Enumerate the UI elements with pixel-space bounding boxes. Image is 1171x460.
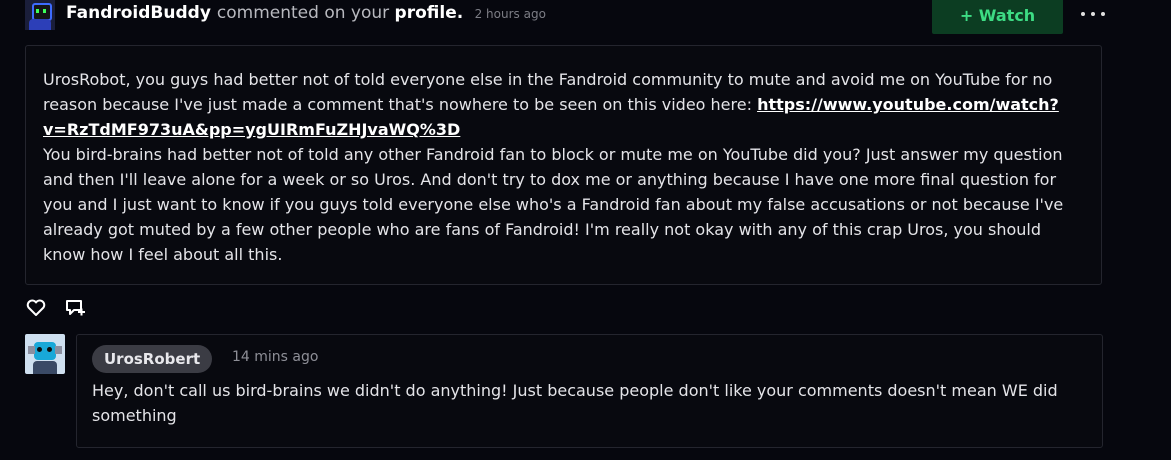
comment-action-text: commented on your: [216, 3, 390, 23]
commenter-username[interactable]: FandroidBuddy: [66, 3, 211, 23]
avatar-torso: [33, 361, 57, 374]
reply-icon[interactable]: [64, 297, 86, 319]
reply-timestamp[interactable]: 14 mins ago: [232, 349, 318, 365]
dot: [1091, 12, 1095, 16]
comment-paragraph: UrosRobot, you guys had better not of to…: [43, 67, 1073, 142]
dot: [1081, 12, 1085, 16]
heart-icon[interactable]: [25, 297, 47, 319]
avatar-eye: [36, 9, 39, 13]
reply-box: UrosRobert 14 mins ago Hey, don't call u…: [76, 334, 1103, 448]
comment-box: UrosRobot, you guys had better not of to…: [25, 45, 1102, 285]
comment-header-text: FandroidBuddy commented on your profile. …: [66, 2, 546, 25]
avatar-eye: [43, 9, 46, 13]
comment-timestamp[interactable]: 2 hours ago: [475, 7, 546, 21]
profile-link[interactable]: profile.: [395, 3, 464, 23]
comment-body: UrosRobot, you guys had better not of to…: [43, 67, 1073, 267]
avatar-ear: [28, 346, 35, 354]
watch-button[interactable]: + Watch: [932, 0, 1063, 34]
comment-header: FandroidBuddy commented on your profile. …: [25, 0, 1145, 34]
reply-text: Hey, don't call us bird-brains we didn't…: [92, 381, 1058, 425]
reply-username[interactable]: UrosRobert: [92, 345, 213, 373]
avatar-ear: [55, 346, 62, 354]
avatar-head: [34, 342, 56, 360]
avatar-eye: [37, 347, 42, 352]
reply-avatar[interactable]: [25, 334, 65, 374]
avatar-eye: [47, 347, 52, 352]
avatar-body: [29, 19, 51, 30]
more-options-icon[interactable]: [1081, 4, 1105, 24]
comment-actions: [25, 297, 105, 319]
dot: [1101, 12, 1105, 16]
commenter-avatar[interactable]: [25, 0, 55, 30]
comment-thread-page: FandroidBuddy commented on your profile. …: [0, 0, 1171, 460]
comment-paragraph: You bird-brains had better not of told a…: [43, 145, 1064, 264]
